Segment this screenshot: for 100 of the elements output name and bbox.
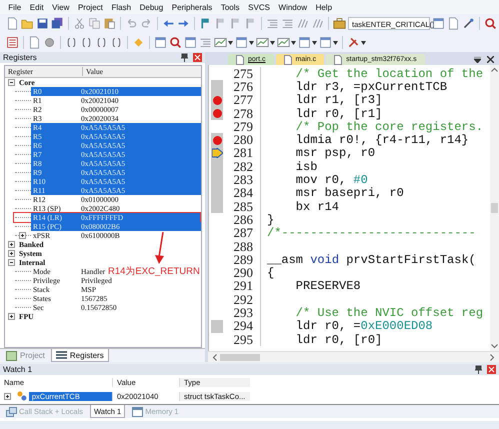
menu-item[interactable]: File	[4, 2, 26, 12]
pin-icon[interactable]	[475, 365, 482, 374]
vertical-scrollbar[interactable]	[490, 65, 499, 351]
code-line: __asm void prvStartFirstTask(	[267, 252, 476, 267]
scroll-left-icon[interactable]	[212, 354, 217, 360]
menu-item[interactable]: Window	[274, 2, 312, 12]
caret-icon[interactable]	[291, 40, 296, 44]
scroll-thumb[interactable]	[220, 354, 260, 360]
menu-item[interactable]: Tools	[216, 2, 244, 12]
chart-icon[interactable]	[256, 36, 269, 49]
page-icon[interactable]	[447, 17, 460, 30]
wand-icon[interactable]	[462, 17, 475, 30]
expand-icon[interactable]	[4, 392, 11, 400]
list-icon	[56, 350, 67, 360]
horizontal-scrollbar[interactable]	[208, 351, 499, 362]
step-icon[interactable]	[110, 36, 123, 49]
menu-item[interactable]: Flash	[107, 2, 136, 12]
menu-item[interactable]: Edit	[25, 2, 48, 12]
clipboard-icon[interactable]	[103, 17, 116, 30]
code-line: ldr r3, =pxCurrentTCB	[294, 80, 448, 94]
lines-icon[interactable]	[199, 36, 212, 49]
caret-icon[interactable]	[228, 40, 233, 44]
code-line: /* Use the NVIC offset reg	[294, 306, 484, 320]
caret-icon[interactable]	[312, 40, 317, 44]
dropdown-icon[interactable]	[474, 56, 481, 62]
flag-icon[interactable]	[199, 17, 212, 30]
annotation-arrow	[154, 232, 166, 264]
variable-icon	[17, 391, 27, 401]
toolbox-icon[interactable]	[333, 17, 346, 30]
step-icon[interactable]	[65, 36, 78, 49]
step-icon[interactable]	[80, 36, 93, 49]
line-number: 295	[232, 332, 253, 348]
breakpoint-icon[interactable]	[212, 136, 222, 145]
line-number: 281	[232, 145, 253, 162]
step-icon[interactable]	[95, 36, 108, 49]
code-line: ldr r0, [r1]	[294, 106, 382, 121]
search-icon[interactable]	[484, 17, 497, 30]
code-line: /* Get the location of the	[294, 66, 484, 81]
panel-title: Watch 1	[3, 365, 32, 374]
stack-icon	[6, 406, 17, 416]
slashes-icon[interactable]	[296, 17, 309, 30]
close-icon[interactable]	[487, 56, 494, 63]
collapse-icon[interactable]	[8, 259, 15, 266]
scroll-up-icon[interactable]	[491, 67, 498, 72]
annotation-text: R14为EXC_RETURN	[108, 265, 200, 278]
folder-icon[interactable]	[21, 17, 34, 30]
breakpoint-icon[interactable]	[212, 109, 222, 118]
line-number: 290	[232, 265, 253, 281]
chart-icon[interactable]	[277, 36, 290, 49]
lines-icon[interactable]	[281, 17, 294, 30]
code-line: }	[267, 212, 274, 227]
line-number: 292	[232, 292, 253, 308]
disks-icon[interactable]	[51, 17, 64, 30]
code-line: bx r14	[294, 200, 340, 214]
caret-icon[interactable]	[333, 40, 338, 44]
code-line: ldmia r0!, {r4-r11, r14}	[294, 133, 469, 148]
caret-icon[interactable]	[249, 40, 254, 44]
menu-item[interactable]: SVCS	[244, 2, 274, 12]
panel-title: Registers	[3, 53, 37, 62]
window-icon[interactable]	[154, 36, 167, 49]
expand-icon[interactable]	[19, 232, 26, 239]
window-icon[interactable]	[184, 36, 197, 49]
panel-tab[interactable]: Registers	[50, 349, 109, 362]
caret-icon[interactable]	[361, 40, 366, 44]
expand-icon[interactable]	[8, 313, 15, 320]
line-number: 293	[232, 305, 253, 321]
reset-icon[interactable]	[6, 36, 19, 49]
code-line: mov r0, #0	[294, 173, 368, 188]
page-icon[interactable]	[6, 17, 19, 30]
chart-icon[interactable]	[214, 36, 227, 49]
collapse-icon[interactable]	[8, 79, 15, 86]
scroll-thumb[interactable]	[491, 203, 498, 213]
file-icon	[236, 54, 244, 64]
code-line: ldr r0, [r0]	[294, 332, 382, 347]
menu-item[interactable]: Project	[74, 2, 108, 12]
project-icon	[6, 350, 17, 360]
code-line: msr basepri, r0	[294, 186, 404, 200]
code-line: ldr r0, =0xE000ED08	[294, 319, 433, 334]
window-icon[interactable]	[432, 17, 445, 30]
expand-icon[interactable]	[8, 241, 15, 248]
line-number: 294	[232, 318, 253, 334]
circle-icon[interactable]	[43, 36, 56, 49]
pin-icon[interactable]	[181, 53, 188, 62]
line-number: 280	[232, 132, 253, 148]
slashes-icon[interactable]	[311, 17, 324, 30]
scroll-down-icon[interactable]	[491, 344, 498, 349]
page-icon[interactable]	[28, 36, 41, 49]
caret-icon[interactable]	[270, 40, 275, 44]
expand-icon[interactable]	[8, 250, 15, 257]
menu-item[interactable]: Peripherals	[168, 2, 217, 12]
menu-item[interactable]: View	[48, 2, 74, 12]
menu-item[interactable]: Help	[311, 2, 336, 12]
menu-item[interactable]: Debug	[135, 2, 168, 12]
scroll-right-icon[interactable]	[490, 354, 495, 360]
line-number: 283	[232, 172, 253, 188]
line-number: 277	[232, 92, 253, 108]
lines-icon[interactable]	[266, 17, 279, 30]
search-icon[interactable]	[169, 36, 182, 49]
code-line: /*---------------------------	[267, 226, 476, 240]
scissors-icon[interactable]	[73, 17, 86, 30]
